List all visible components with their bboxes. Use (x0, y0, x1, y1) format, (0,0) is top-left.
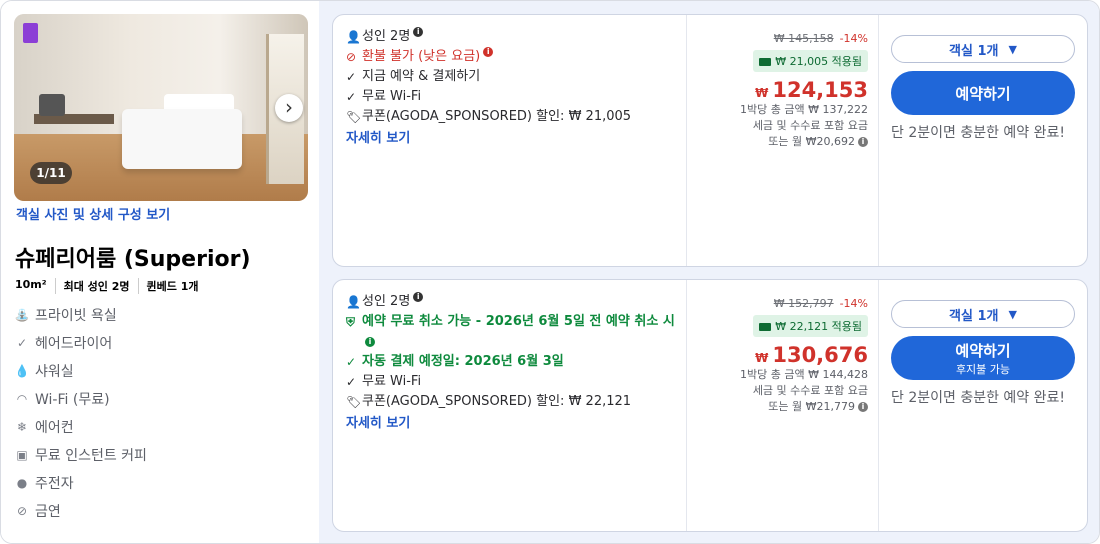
check-icon: ✓ (346, 355, 357, 369)
promo-tag-icon (23, 23, 38, 43)
room-info-column: › 1/11 객실 사진 및 상세 구성 보기 슈페리어룸 (Superior)… (1, 1, 319, 543)
price-total-note: 1박당 총 금액 ₩ 137,222 (740, 103, 868, 116)
tag-icon: 🏷 (346, 110, 362, 124)
chevron-down-icon: ▼ (1008, 42, 1017, 56)
tag-icon: 🏷 (346, 395, 362, 409)
amenity-item: ✓ 헤어드라이어 (16, 336, 113, 352)
info-icon[interactable]: i (365, 336, 375, 347)
offer-condition: ✓ 자동 결제 예정일: 2026년 6월 3일 (346, 352, 676, 372)
offer-card: 👤 성인 2명 i ⛨ 예약 무료 취소 가능 - 2026년 6월 5일 전 예약 … (332, 279, 1088, 532)
offer-condition: ✓ 지금 예약 & 결제하기 (346, 67, 676, 87)
monthly-price-note: 또는 월 ₩20,692 i (688, 134, 868, 150)
room-count-select[interactable]: 객실 1개 ▼ (891, 300, 1075, 328)
wifi-icon: ◠ (16, 392, 28, 406)
amenity-item: 💧 샤워실 (14, 364, 74, 380)
room-bed-type: 퀸베드 1개 (137, 278, 207, 294)
info-icon[interactable]: i (858, 137, 868, 147)
check-icon: ✓ (346, 375, 357, 389)
coupon-applied-badge: ₩ 22,121 적용됨 (753, 315, 868, 337)
booking-actions: 객실 1개 ▼ 예약하기 단 2분이면 충분한 예약 완료! (891, 35, 1075, 143)
price-total-note: 1박당 총 금액 ₩ 144,428 (740, 368, 868, 381)
photo-counter: 1/11 (30, 162, 72, 184)
info-icon[interactable]: i (483, 47, 494, 57)
amenity-item: ◠ Wi-Fi (무료) (16, 392, 110, 408)
offer-condition: ✓ 무료 Wi-Fi (346, 372, 676, 392)
guest-count: 👤 성인 2명 i (346, 27, 676, 47)
urgency-message: 단 2분이면 충분한 예약 완료! (891, 390, 1065, 406)
next-photo-button[interactable]: › (275, 94, 303, 122)
offer-condition: 🏷 쿠폰(AGODA_SPONSORED) 할인: ₩ 22,121 (346, 392, 676, 412)
check-icon: ✓ (16, 336, 28, 350)
shield-icon: ⛨ (346, 315, 356, 329)
room-offer-panel: › 1/11 객실 사진 및 상세 구성 보기 슈페리어룸 (Superior)… (0, 0, 1100, 544)
details-link[interactable]: 자세히 보기 (346, 127, 676, 146)
room-name: 슈페리어룸 (Superior) (15, 247, 251, 272)
no-entry-icon: ⊘ (346, 50, 357, 64)
price-tax-note: 세금 및 수수료 포함 요금 (752, 384, 868, 397)
chevron-down-icon: ▼ (1008, 307, 1017, 321)
room-count-select[interactable]: 객실 1개 ▼ (891, 35, 1075, 63)
offer-condition: ⛨ 예약 무료 취소 가능 - 2026년 6월 5일 전 예약 취소 시i (346, 314, 675, 347)
final-price: ₩124,153 (755, 78, 868, 102)
coupon-applied-badge: ₩ 21,005 적용됨 (753, 50, 868, 72)
snowflake-icon: ❄ (16, 420, 28, 434)
offer-price: ₩ 152,797 -14% ₩ 22,121 적용됨 ₩130,676 1박당 … (688, 292, 868, 415)
details-link[interactable]: 자세히 보기 (346, 412, 676, 431)
offer-condition: ⊘ 환불 불가 (낮은 요금) i (346, 47, 676, 67)
final-price: ₩130,676 (755, 343, 868, 367)
offer-condition: ✓ 무료 Wi-Fi (346, 87, 676, 107)
discount-badge: -14% (839, 297, 868, 310)
info-icon[interactable]: i (413, 292, 424, 302)
book-button[interactable]: 예약하기 후지불 가능 (891, 336, 1075, 380)
amenity-item: ❄ 에어컨 (16, 420, 74, 436)
check-icon: ✓ (346, 70, 357, 84)
amenity-item: ● 주전자 (16, 476, 74, 492)
original-price: ₩ 152,797 (773, 297, 834, 310)
room-max-occupancy: 최대 성인 2명 (54, 278, 138, 294)
view-room-photos-link[interactable]: 객실 사진 및 상세 구성 보기 (16, 204, 170, 223)
booking-actions: 객실 1개 ▼ 예약하기 후지불 가능 단 2분이면 충분한 예약 완료! (891, 300, 1075, 408)
parking-icon: ● (16, 476, 28, 490)
offer-card: 👤 성인 2명 i ⊘ 환불 불가 (낮은 요금) i ✓ 지금 예약 & 결제하기 ✓ 무… (332, 14, 1088, 267)
price-tax-note: 세금 및 수수료 포함 요금 (752, 119, 868, 132)
check-icon: ✓ (346, 90, 357, 104)
shower-icon: ⛲ (14, 308, 30, 322)
offer-conditions: 👤 성인 2명 i ⛨ 예약 무료 취소 가능 - 2026년 6월 5일 전 예약 … (346, 292, 676, 431)
discount-badge: -14% (839, 32, 868, 45)
offer-conditions: 👤 성인 2명 i ⊘ 환불 불가 (낮은 요금) i ✓ 지금 예약 & 결제하기 ✓ 무… (346, 27, 676, 146)
droplet-icon: 💧 (14, 364, 30, 378)
monthly-price-note: 또는 월 ₩21,779 i (688, 399, 868, 415)
person-icon: 👤 (346, 30, 361, 44)
amenity-item: ⊘ 금연 (16, 504, 61, 520)
guest-count: 👤 성인 2명 i (346, 292, 676, 312)
amenity-item: ▣ 무료 인스턴트 커피 (16, 448, 147, 464)
room-size: 10m² (15, 278, 47, 291)
ticket-icon (759, 323, 772, 331)
info-icon[interactable]: i (858, 402, 868, 412)
room-meta: 10m² 최대 성인 2명 퀸베드 1개 (15, 278, 206, 294)
urgency-message: 단 2분이면 충분한 예약 완료! (891, 125, 1065, 141)
original-price: ₩ 145,158 (773, 32, 834, 45)
offer-price: ₩ 145,158 -14% ₩ 21,005 적용됨 ₩124,153 1박당 … (688, 27, 868, 150)
ticket-icon (759, 58, 772, 66)
person-icon: 👤 (346, 295, 361, 309)
book-button[interactable]: 예약하기 (891, 71, 1075, 115)
offer-condition: 🏷 쿠폰(AGODA_SPONSORED) 할인: ₩ 21,005 (346, 107, 676, 127)
room-photo[interactable]: › 1/11 (14, 14, 308, 201)
info-icon[interactable]: i (413, 27, 424, 37)
amenity-list: ⛲ 프라이빗 욕실 ✓ 헤어드라이어 💧 샤워실 ◠ Wi-Fi (무료) ❄ 에어컨 ▣… (15, 301, 147, 525)
no-smoking-icon: ⊘ (16, 504, 28, 518)
amenity-item: ⛲ 프라이빗 욕실 (14, 308, 117, 324)
coffee-machine-icon: ▣ (16, 448, 28, 462)
